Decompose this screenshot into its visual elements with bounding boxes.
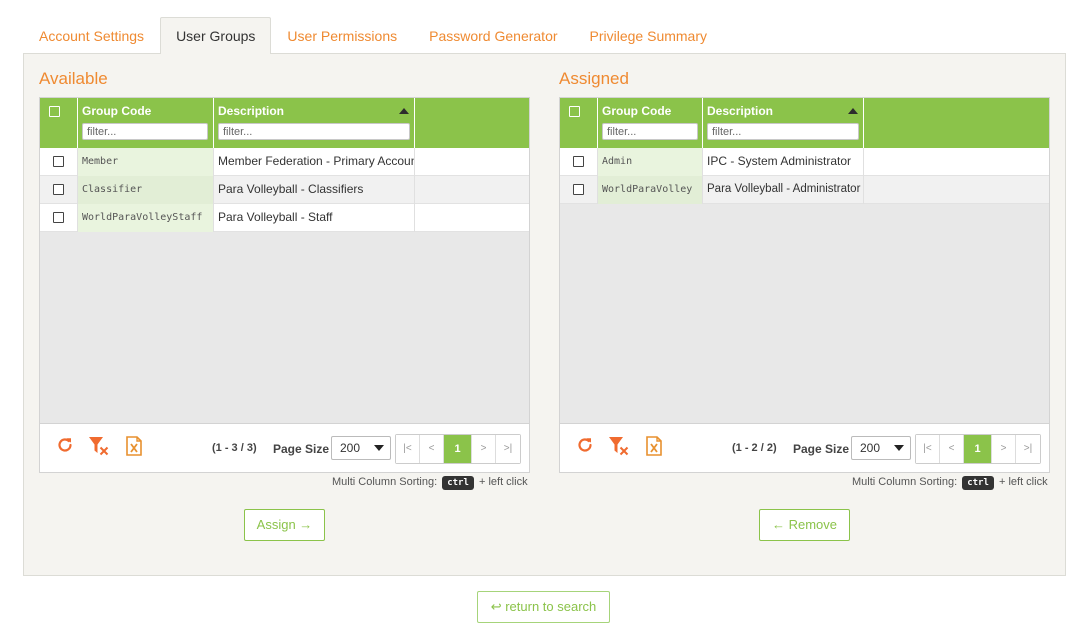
chevron-down-icon	[894, 445, 904, 451]
row-checkbox[interactable]	[53, 156, 64, 167]
current-page-button[interactable]: 1	[964, 435, 992, 463]
record-range: (1 - 3 / 3)	[212, 442, 257, 454]
page-size-select[interactable]: 200	[851, 436, 911, 460]
group-code-cell: Classifier	[78, 176, 214, 204]
tab-account-settings[interactable]: Account Settings	[23, 17, 160, 54]
description-cell: Member Federation - Primary Account	[214, 148, 415, 176]
available-grid-header: Group Code Description	[40, 98, 529, 148]
available-title: Available	[39, 69, 108, 88]
table-row[interactable]: Classifier Para Volleyball - Classifiers	[40, 176, 529, 204]
sort-asc-icon	[399, 108, 409, 114]
page-size-value: 200	[860, 441, 881, 455]
row-checkbox-cell	[40, 176, 78, 204]
row-checkbox-cell	[40, 148, 78, 176]
tab-password-generator[interactable]: Password Generator	[413, 17, 573, 54]
group-code-cell: Admin	[598, 148, 703, 176]
row-checkbox-cell	[560, 148, 598, 176]
group-code-header-label: Group Code	[602, 104, 672, 118]
row-checkbox[interactable]	[53, 212, 64, 223]
remove-button[interactable]: ← Remove	[759, 509, 850, 541]
description-cell: Para Volleyball - Administrator	[703, 176, 864, 204]
sort-hint-suffix: + left click	[478, 476, 528, 488]
last-page-button[interactable]: >|	[496, 435, 520, 463]
return-to-search-button[interactable]: ↩ return to search	[477, 591, 610, 623]
sort-hint-suffix: + left click	[998, 476, 1048, 488]
table-row[interactable]: WorldParaVolley Para Volleyball - Admini…	[560, 176, 1049, 204]
row-checkbox-cell	[560, 176, 598, 204]
multi-sort-hint: Multi Column Sorting: ctrl + left click	[332, 476, 528, 490]
description-cell: Para Volleyball - Classifiers	[214, 176, 415, 204]
table-row[interactable]: WorldParaVolleyStaff Para Volleyball - S…	[40, 204, 529, 232]
available-group-code-filter[interactable]	[82, 123, 208, 140]
clear-filter-icon[interactable]	[608, 436, 630, 459]
assigned-title: Assigned	[559, 69, 629, 88]
prev-page-button[interactable]: <	[420, 435, 444, 463]
ctrl-key-badge: ctrl	[442, 476, 474, 490]
clear-filter-icon[interactable]	[88, 436, 110, 459]
chevron-down-icon	[374, 445, 384, 451]
first-page-button[interactable]: |<	[916, 435, 940, 463]
pagination: |< < 1 > >|	[915, 434, 1041, 464]
available-select-all-checkbox[interactable]	[49, 106, 60, 117]
user-groups-panel: Available Group Code Description Member …	[23, 53, 1066, 576]
pagination: |< < 1 > >|	[395, 434, 521, 464]
sort-asc-icon	[848, 108, 858, 114]
group-code-header[interactable]: Group Code	[598, 98, 703, 148]
assign-button[interactable]: Assign →	[244, 509, 325, 541]
group-code-cell: Member	[78, 148, 214, 176]
row-checkbox[interactable]	[573, 156, 584, 167]
select-all-header	[40, 98, 78, 148]
page-size-select[interactable]: 200	[331, 436, 391, 460]
tab-bar: Account Settings User Groups User Permis…	[23, 17, 723, 54]
group-code-header[interactable]: Group Code	[78, 98, 214, 148]
available-description-filter[interactable]	[218, 123, 410, 140]
tab-user-permissions[interactable]: User Permissions	[271, 17, 413, 54]
available-grid-body: Member Member Federation - Primary Accou…	[40, 148, 529, 423]
refresh-icon[interactable]	[576, 436, 594, 457]
first-page-button[interactable]: |<	[396, 435, 420, 463]
next-page-button[interactable]: >	[992, 435, 1016, 463]
table-row[interactable]: Member Member Federation - Primary Accou…	[40, 148, 529, 176]
row-checkbox[interactable]	[573, 184, 584, 195]
prev-page-button[interactable]: <	[940, 435, 964, 463]
excel-export-icon[interactable]	[645, 436, 663, 459]
description-cell: Para Volleyball - Staff	[214, 204, 415, 232]
page-size-value: 200	[340, 441, 361, 455]
description-header-label: Description	[707, 104, 774, 118]
refresh-icon[interactable]	[56, 436, 74, 457]
sort-hint-label: Multi Column Sorting:	[852, 476, 958, 488]
ctrl-key-badge: ctrl	[962, 476, 994, 490]
available-grid-footer: (1 - 3 / 3) Page Size 200 |< < 1 > >|	[40, 423, 529, 472]
next-page-button[interactable]: >	[472, 435, 496, 463]
assigned-grid-header: Group Code Description	[560, 98, 1049, 148]
row-checkbox-cell	[40, 204, 78, 232]
select-all-header	[560, 98, 598, 148]
excel-export-icon[interactable]	[125, 436, 143, 459]
row-checkbox[interactable]	[53, 184, 64, 195]
tab-privilege-summary[interactable]: Privilege Summary	[574, 17, 723, 54]
multi-sort-hint: Multi Column Sorting: ctrl + left click	[852, 476, 1048, 490]
last-page-button[interactable]: >|	[1016, 435, 1040, 463]
page-size-label: Page Size	[793, 442, 850, 456]
sort-hint-label: Multi Column Sorting:	[332, 476, 438, 488]
tab-user-groups[interactable]: User Groups	[160, 17, 272, 54]
page-size-label: Page Size	[273, 442, 330, 456]
assigned-description-filter[interactable]	[707, 123, 859, 140]
assigned-grid-footer: (1 - 2 / 2) Page Size 200 |< < 1 > >|	[560, 423, 1049, 472]
current-page-button[interactable]: 1	[444, 435, 472, 463]
group-code-cell: WorldParaVolley	[598, 176, 703, 204]
assigned-grid: Group Code Description Admin IPC - Syste…	[559, 97, 1050, 473]
group-code-cell: WorldParaVolleyStaff	[78, 204, 214, 232]
assigned-select-all-checkbox[interactable]	[569, 106, 580, 117]
assigned-group-code-filter[interactable]	[602, 123, 698, 140]
assigned-grid-body: Admin IPC - System Administrator WorldPa…	[560, 148, 1049, 423]
table-row[interactable]: Admin IPC - System Administrator	[560, 148, 1049, 176]
record-range: (1 - 2 / 2)	[732, 442, 777, 454]
group-code-header-label: Group Code	[82, 104, 152, 118]
available-grid: Group Code Description Member Member Fed…	[39, 97, 530, 473]
description-cell: IPC - System Administrator	[703, 148, 864, 176]
description-header[interactable]: Description	[703, 98, 864, 148]
description-header-label: Description	[218, 104, 285, 118]
description-header[interactable]: Description	[214, 98, 415, 148]
